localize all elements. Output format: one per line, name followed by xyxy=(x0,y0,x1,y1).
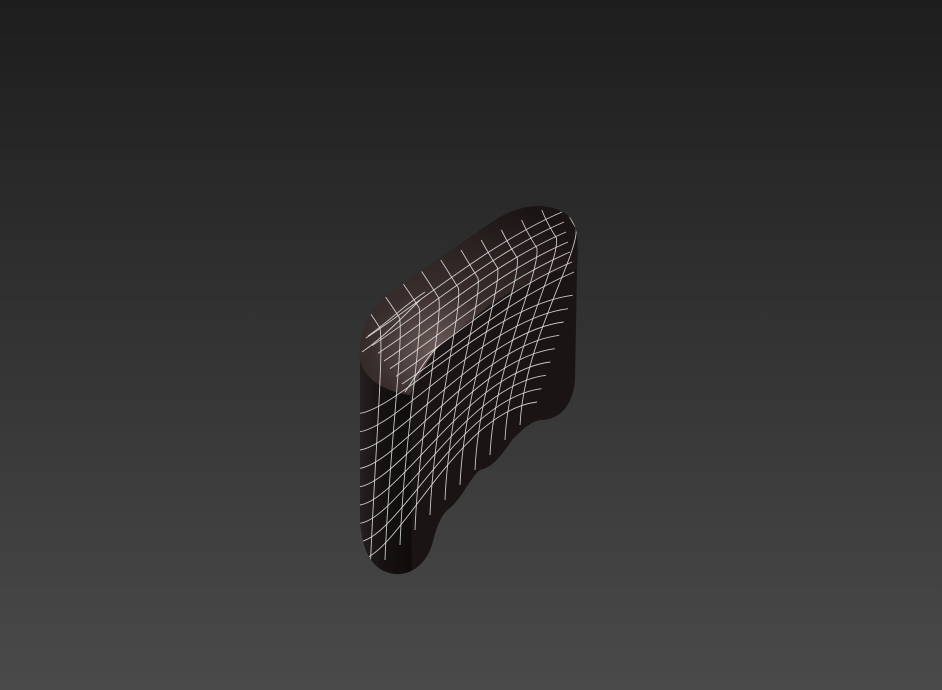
viewport-canvas[interactable] xyxy=(0,0,942,690)
viewport-3d[interactable] xyxy=(0,0,942,690)
